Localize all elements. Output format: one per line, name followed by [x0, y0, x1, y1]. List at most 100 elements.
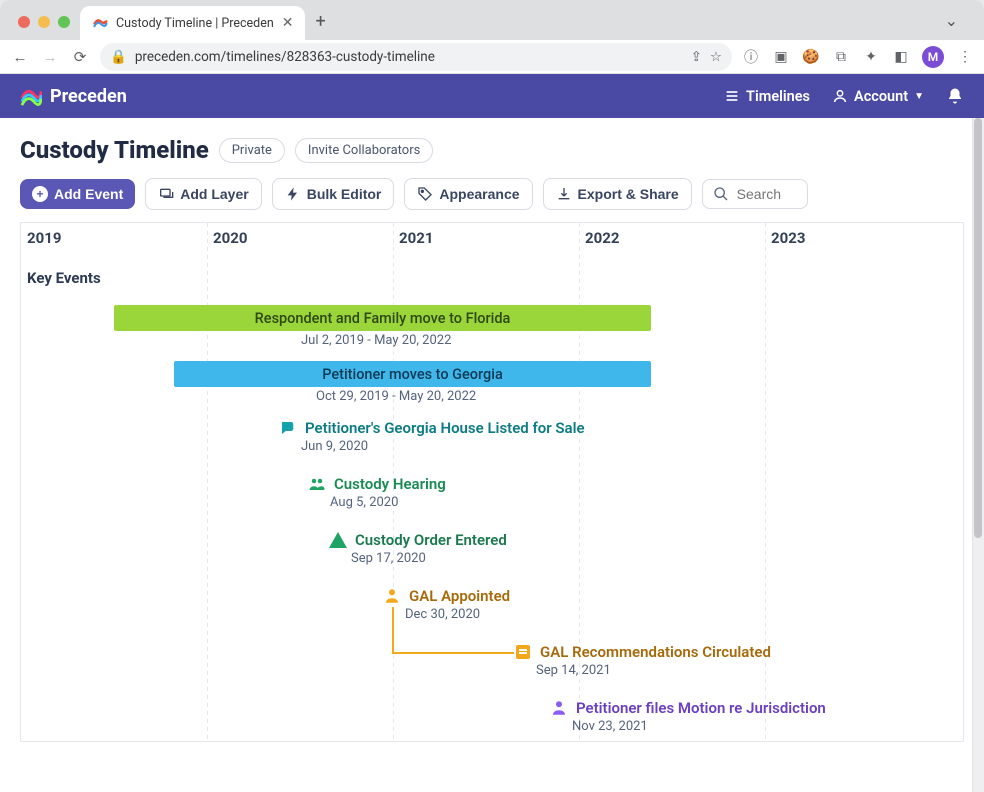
new-tab-button[interactable]: +	[305, 11, 335, 40]
sidepanel-ext-icon[interactable]: ◧	[892, 48, 910, 66]
user-icon	[832, 88, 848, 104]
export-share-button[interactable]: Export & Share	[543, 178, 692, 210]
timeline-point[interactable]: GAL Recommendations Circulated	[514, 643, 771, 661]
browser-toolbar: ← → ⟳ 🔒 preceden.com/timelines/828363-cu…	[0, 40, 984, 74]
year-label: 2021	[399, 229, 433, 247]
address-bar[interactable]: 🔒 preceden.com/timelines/828363-custody-…	[100, 43, 732, 71]
bar-label: Respondent and Family move to Florida	[255, 310, 511, 327]
connector-line	[392, 607, 394, 653]
point-date: Sep 14, 2021	[536, 663, 611, 678]
brand-name: Preceden	[50, 86, 127, 107]
chevron-down-icon: ▼	[914, 91, 924, 102]
invite-collaborators-button[interactable]: Invite Collaborators	[295, 138, 433, 163]
add-event-label: Add Event	[54, 186, 123, 202]
timeline-point[interactable]: GAL Appointed	[383, 587, 510, 605]
year-label: 2019	[27, 229, 61, 247]
timeline-point[interactable]: Petitioner files Motion re Jurisdiction	[550, 699, 826, 717]
timeline-bar[interactable]: Respondent and Family move to Florida	[114, 305, 651, 331]
appearance-label: Appearance	[439, 186, 519, 202]
tabs-dropdown-icon[interactable]: ⌄	[945, 11, 972, 40]
browser-extensions: ⓘ ▣ 🍪 ⧉ ✦ ◧ M ⋮	[742, 46, 974, 68]
camera-ext-icon[interactable]: ▣	[772, 48, 790, 66]
window-controls[interactable]	[12, 16, 80, 40]
point-date: Jun 9, 2020	[301, 439, 368, 454]
browser-chrome: Custody Timeline | Preceden ✕ + ⌄ ← → ⟳ …	[0, 0, 984, 74]
bulk-editor-button[interactable]: Bulk Editor	[272, 178, 395, 210]
maximize-window-icon[interactable]	[58, 16, 70, 28]
title-row: Custody Timeline Private Invite Collabor…	[0, 136, 984, 164]
browser-tab-row: Custody Timeline | Preceden ✕ + ⌄	[0, 0, 984, 40]
point-date: Nov 23, 2021	[572, 719, 648, 734]
share-icon[interactable]: ⇪	[691, 49, 702, 65]
person-icon	[550, 699, 568, 717]
minimize-window-icon[interactable]	[38, 16, 50, 28]
toolbar: + Add Event Add Layer Bulk Editor Appear…	[0, 164, 984, 222]
search-field[interactable]	[702, 179, 808, 209]
back-button[interactable]: ←	[10, 48, 30, 66]
address-url: preceden.com/timelines/828363-custody-ti…	[135, 49, 435, 65]
page-content: Custody Timeline Private Invite Collabor…	[0, 118, 984, 792]
list-icon	[724, 88, 740, 104]
point-date: Dec 30, 2020	[405, 607, 480, 622]
info-ext-icon[interactable]: ⓘ	[742, 48, 760, 66]
nav-account[interactable]: Account ▼	[832, 88, 924, 105]
reload-button[interactable]: ⟳	[70, 48, 90, 66]
puzzle-ext-icon[interactable]: ✦	[862, 48, 880, 66]
triangle-icon	[329, 531, 347, 549]
nav-timelines[interactable]: Timelines	[724, 88, 810, 105]
person-icon	[383, 587, 401, 605]
track-label: Key Events	[27, 269, 101, 287]
timeline-point[interactable]: Petitioner's Georgia House Listed for Sa…	[279, 419, 585, 437]
bell-icon	[946, 87, 964, 105]
frame-ext-icon[interactable]: ⧉	[832, 48, 850, 66]
tag-icon	[417, 186, 433, 202]
favicon-icon	[92, 15, 108, 31]
bar-label: Petitioner moves to Georgia	[322, 366, 503, 383]
browser-tab-title: Custody Timeline | Preceden	[116, 16, 274, 31]
year-label: 2020	[213, 229, 247, 247]
gridline	[207, 223, 208, 741]
tab-close-icon[interactable]: ✕	[282, 15, 294, 31]
point-label: Custody Order Entered	[355, 531, 507, 549]
profile-avatar[interactable]: M	[922, 46, 944, 68]
cookie-ext-icon[interactable]: 🍪	[802, 48, 820, 66]
download-icon	[556, 186, 572, 202]
browser-tab-active[interactable]: Custody Timeline | Preceden ✕	[80, 6, 305, 40]
timeline-point[interactable]: Custody Hearing	[308, 475, 446, 493]
layers-icon	[158, 186, 174, 202]
browser-menu-icon[interactable]: ⋮	[956, 48, 974, 66]
appearance-button[interactable]: Appearance	[404, 178, 532, 210]
scrollbar-thumb[interactable]	[974, 118, 982, 538]
nav-timelines-label: Timelines	[746, 88, 810, 105]
plus-icon: +	[32, 186, 48, 202]
forward-button[interactable]: →	[40, 48, 60, 66]
add-layer-label: Add Layer	[180, 186, 248, 202]
brand-logo-icon	[20, 85, 42, 107]
brand[interactable]: Preceden	[20, 85, 127, 107]
comments-icon	[279, 419, 297, 437]
add-event-button[interactable]: + Add Event	[20, 179, 135, 209]
timeline-point[interactable]: Custody Order Entered	[329, 531, 507, 549]
scrollbar-track[interactable]	[972, 118, 984, 792]
point-date: Sep 17, 2020	[351, 551, 426, 566]
connector-line	[392, 652, 514, 654]
export-share-label: Export & Share	[578, 186, 679, 202]
nav-notifications[interactable]	[946, 87, 964, 105]
timeline[interactable]: 2019 2020 2021 2022 2023 Key Events Resp…	[20, 222, 964, 742]
bulk-editor-label: Bulk Editor	[307, 186, 382, 202]
point-label: Petitioner files Motion re Jurisdiction	[576, 699, 826, 717]
app-header: Preceden Timelines Account ▼	[0, 74, 984, 118]
point-label: Custody Hearing	[334, 475, 446, 493]
close-window-icon[interactable]	[18, 16, 30, 28]
year-label: 2022	[585, 229, 619, 247]
lock-icon: 🔒	[110, 49, 127, 65]
search-input[interactable]	[737, 186, 797, 202]
privacy-badge[interactable]: Private	[219, 138, 285, 163]
bookmark-icon[interactable]: ☆	[710, 49, 722, 65]
point-label: GAL Recommendations Circulated	[540, 643, 771, 661]
page-title: Custody Timeline	[20, 136, 209, 164]
people-icon	[308, 475, 326, 493]
bar-date: Oct 29, 2019 - May 20, 2022	[316, 389, 476, 404]
timeline-bar[interactable]: Petitioner moves to Georgia	[174, 361, 651, 387]
add-layer-button[interactable]: Add Layer	[145, 178, 261, 210]
